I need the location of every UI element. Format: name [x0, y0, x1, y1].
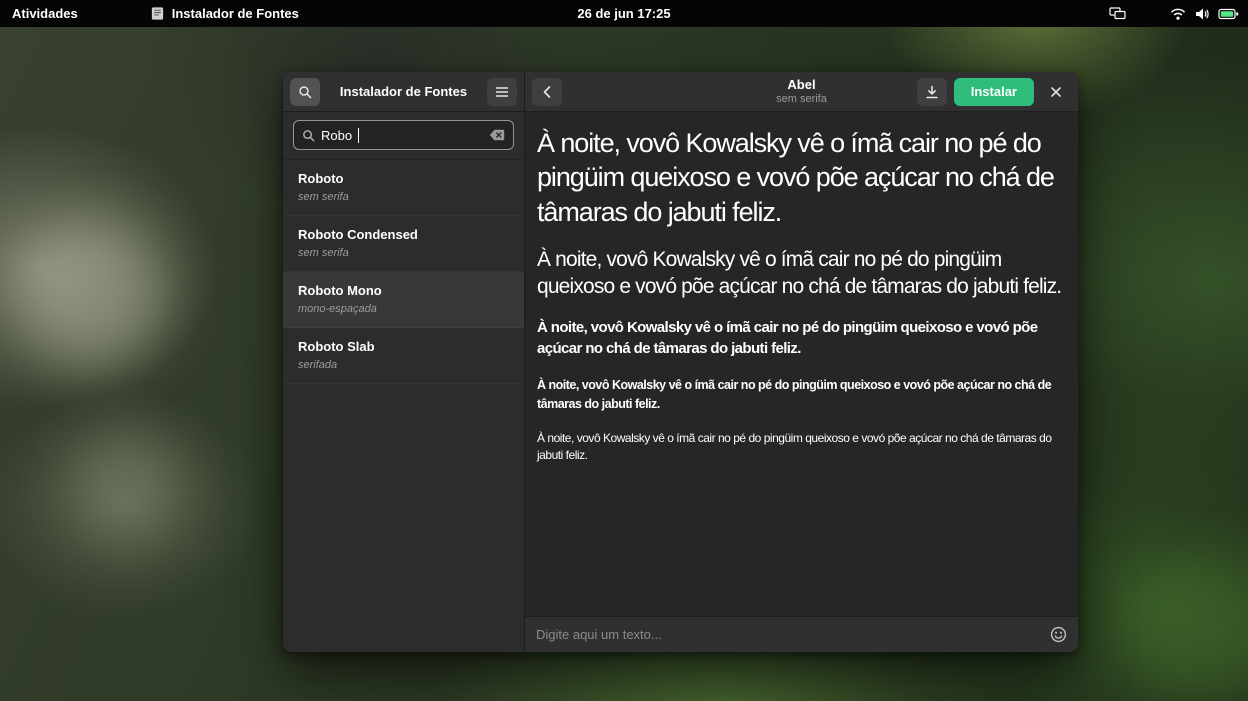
font-style: serifada: [298, 359, 509, 371]
search-entry-value: Robo: [321, 128, 352, 143]
install-button[interactable]: Instalar: [954, 78, 1034, 106]
preview-title-block: Abel sem serifa: [776, 78, 827, 106]
clock-label: 26 de jun 17:25: [577, 6, 670, 21]
font-list-item-roboto-slab[interactable]: Roboto Slab serifada: [283, 328, 524, 384]
emoji-picker-icon[interactable]: [1050, 626, 1067, 643]
app-icon: [150, 6, 165, 21]
clear-search-icon[interactable]: [489, 129, 505, 141]
search-toggle-button[interactable]: [290, 78, 320, 106]
system-status-menu-button[interactable]: [1161, 0, 1248, 27]
font-waterfall-preview: À noite, vovô Kowalsky vê o ímã cair no …: [525, 112, 1078, 616]
battery-icon: [1218, 8, 1239, 20]
pangram-xsmall: À noite, vovô Kowalsky vê o ímã cair no …: [537, 430, 1066, 465]
top-bar-left: Atividades Instalador de Fontes: [0, 0, 311, 27]
chevron-left-icon: [542, 85, 552, 99]
pangram-large: À noite, vovô Kowalsky vê o ímã cair no …: [537, 246, 1066, 301]
preview-headerbar: Abel sem serifa Instalar: [525, 72, 1078, 112]
wallpaper-bokeh: [18, 220, 168, 370]
font-style: sem serifa: [298, 191, 509, 203]
download-button[interactable]: [917, 78, 947, 106]
font-list-item-roboto[interactable]: Roboto sem serifa: [283, 160, 524, 216]
wallpaper-bokeh: [70, 430, 180, 540]
custom-text-bar: [525, 616, 1078, 652]
preview-font-style: sem serifa: [776, 93, 827, 106]
clock-button[interactable]: 26 de jun 17:25: [567, 0, 680, 27]
font-name: Roboto Mono: [298, 283, 509, 298]
sidebar-title: Instalador de Fontes: [320, 84, 487, 99]
font-name: Roboto Slab: [298, 339, 509, 354]
font-list-item-roboto-mono[interactable]: Roboto Mono mono-espaçada: [283, 272, 524, 328]
search-row: Robo: [283, 112, 524, 160]
font-list-sidebar: Instalador de Fontes: [283, 72, 525, 652]
font-preview-pane: Abel sem serifa Instalar: [525, 72, 1078, 652]
custom-preview-text-input[interactable]: [536, 627, 1042, 642]
font-search-input[interactable]: Robo: [293, 120, 514, 150]
search-icon: [298, 85, 312, 99]
font-style: sem serifa: [298, 247, 509, 259]
pangram-xlarge: À noite, vovô Kowalsky vê o ímã cair no …: [537, 126, 1066, 229]
screen-mirror-indicator-button[interactable]: [1100, 0, 1135, 27]
activities-label: Atividades: [12, 6, 78, 21]
volume-icon: [1194, 7, 1210, 21]
desktop-wallpaper: Atividades Instalador de Fontes 26 de ju…: [0, 0, 1248, 701]
font-name: Roboto: [298, 171, 509, 186]
back-button[interactable]: [532, 78, 562, 106]
pangram-medium: À noite, vovô Kowalsky vê o ímã cair no …: [537, 317, 1066, 359]
font-name: Roboto Condensed: [298, 227, 509, 242]
text-caret: [358, 128, 359, 143]
download-icon: [925, 85, 939, 99]
pangram-small: À noite, vovô Kowalsky vê o ímã cair no …: [537, 376, 1066, 412]
font-list: Roboto sem serifa Roboto Condensed sem s…: [283, 160, 524, 652]
focused-app-name: Instalador de Fontes: [172, 6, 299, 21]
close-window-button[interactable]: [1041, 78, 1071, 106]
sidebar-headerbar: Instalador de Fontes: [283, 72, 524, 112]
preview-actions: Instalar: [917, 78, 1071, 106]
hamburger-menu-icon: [495, 86, 509, 98]
activities-button[interactable]: Atividades: [0, 0, 90, 27]
wifi-icon: [1170, 7, 1186, 21]
focused-app-menu-button[interactable]: Instalador de Fontes: [138, 0, 311, 27]
screen-mirror-icon: [1109, 7, 1126, 20]
top-bar-right: [1100, 0, 1248, 27]
font-list-item-roboto-condensed[interactable]: Roboto Condensed sem serifa: [283, 216, 524, 272]
font-style: mono-espaçada: [298, 303, 509, 315]
font-installer-window: Instalador de Fontes: [283, 72, 1078, 652]
gnome-top-bar: Atividades Instalador de Fontes 26 de ju…: [0, 0, 1248, 27]
preview-font-name: Abel: [776, 78, 827, 93]
search-entry-icon: [302, 129, 315, 142]
wallpaper-bokeh: [1120, 560, 1248, 700]
main-menu-button[interactable]: [487, 78, 517, 106]
close-icon: [1050, 86, 1062, 98]
